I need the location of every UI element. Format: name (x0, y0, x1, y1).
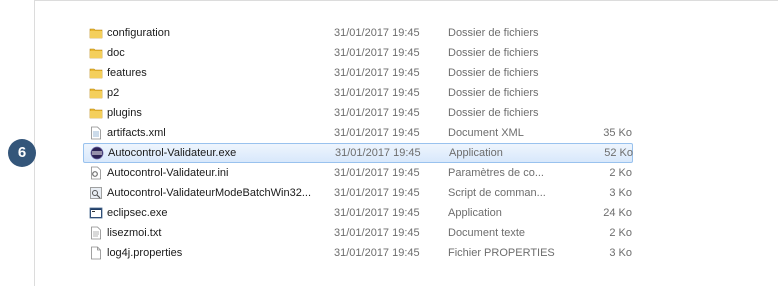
file-name: artifacts.xml (107, 127, 166, 139)
blank-file-icon (89, 246, 103, 260)
file-type: Dossier de fichiers (448, 87, 539, 99)
folder-icon (89, 26, 103, 40)
file-size: 3 Ko (609, 187, 632, 199)
file-size: 52 Ko (604, 147, 633, 159)
file-type: Dossier de fichiers (448, 107, 539, 119)
file-list: configuration 31/01/2017 19:45 Dossier de … (80, 23, 700, 263)
file-type: Script de comman... (448, 187, 546, 199)
file-name: configuration (107, 27, 170, 39)
file-row[interactable]: p2 31/01/2017 19:45 Dossier de fichiers (80, 83, 700, 103)
file-name: log4j.properties (107, 247, 183, 259)
eclipse-app-icon (90, 146, 104, 160)
file-size: 35 Ko (603, 127, 632, 139)
file-name: Autocontrol-Validateur.exe (108, 147, 237, 159)
file-type: Dossier de fichiers (448, 67, 539, 79)
file-date: 31/01/2017 19:45 (334, 67, 420, 79)
file-name: eclipsec.exe (107, 207, 168, 219)
file-size: 2 Ko (609, 227, 632, 239)
file-type: Application (448, 207, 502, 219)
file-date: 31/01/2017 19:45 (334, 187, 420, 199)
file-type: Application (449, 147, 503, 159)
file-name: Autocontrol-Validateur.ini (107, 167, 229, 179)
file-name: plugins (107, 107, 142, 119)
file-type: Dossier de fichiers (448, 47, 539, 59)
file-row[interactable]: log4j.properties 31/01/2017 19:45 Fichier … (80, 243, 700, 263)
file-date: 31/01/2017 19:45 (334, 87, 420, 99)
file-date: 31/01/2017 19:45 (334, 127, 420, 139)
file-date: 31/01/2017 19:45 (334, 47, 420, 59)
file-date: 31/01/2017 19:45 (335, 147, 421, 159)
file-size: 3 Ko (609, 247, 632, 259)
file-date: 31/01/2017 19:45 (334, 247, 420, 259)
settings-file-icon (89, 166, 103, 180)
folder-icon (89, 106, 103, 120)
file-name: doc (107, 47, 125, 59)
file-date: 31/01/2017 19:45 (334, 107, 420, 119)
folder-icon (89, 66, 103, 80)
file-name: features (107, 67, 147, 79)
file-type: Document texte (448, 227, 526, 239)
file-date: 31/01/2017 19:45 (334, 227, 420, 239)
file-row[interactable]: artifacts.xml 31/01/2017 19:45 Document XM… (80, 123, 700, 143)
file-date: 31/01/2017 19:45 (334, 207, 420, 219)
file-row[interactable]: lisezmoi.txt 31/01/2017 19:45 Document tex… (80, 223, 700, 243)
file-type: Fichier PROPERTIES (448, 247, 555, 259)
file-name: lisezmoi.txt (107, 227, 162, 239)
file-row[interactable]: plugins 31/01/2017 19:45 Dossier de fichie… (80, 103, 700, 123)
file-list-pane: configuration 31/01/2017 19:45 Dossier de … (34, 0, 778, 286)
file-row[interactable]: doc 31/01/2017 19:45 Dossier de fichiers (80, 43, 700, 63)
console-app-icon (89, 206, 103, 220)
file-type: Dossier de fichiers (448, 27, 539, 39)
file-row[interactable]: eclipsec.exe 31/01/2017 19:45 Application 2… (80, 203, 700, 223)
xml-file-icon (89, 126, 103, 140)
file-date: 31/01/2017 19:45 (334, 167, 420, 179)
file-row[interactable]: Autocontrol-ValidateurModeBatchWin32... 3… (80, 183, 700, 203)
file-date: 31/01/2017 19:45 (334, 27, 420, 39)
file-row[interactable]: Autocontrol-Validateur.ini 31/01/2017 19:… (80, 163, 700, 183)
file-row[interactable]: configuration 31/01/2017 19:45 Dossier de … (80, 23, 700, 43)
file-name: p2 (107, 87, 120, 99)
file-row-selected[interactable]: Autocontrol-Validateur.exe 31/01/2017 19:… (83, 143, 633, 163)
file-type: Document XML (448, 127, 524, 139)
file-name: Autocontrol-ValidateurModeBatchWin32... (107, 187, 312, 199)
file-size: 2 Ko (609, 167, 632, 179)
text-file-icon (89, 226, 103, 240)
file-type: Paramètres de co... (448, 167, 544, 179)
step-badge: 6 (8, 139, 36, 167)
folder-icon (89, 86, 103, 100)
file-size: 24 Ko (603, 207, 632, 219)
file-row[interactable]: features 31/01/2017 19:45 Dossier de fichi… (80, 63, 700, 83)
script-file-icon (89, 186, 103, 200)
folder-icon (89, 46, 103, 60)
